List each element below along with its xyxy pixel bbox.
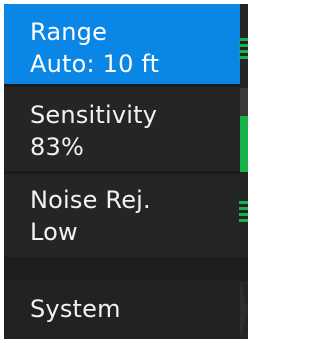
range-value: Auto: 10 ft: [30, 50, 160, 78]
noise-rejection-value: Low: [30, 218, 78, 246]
menu-item-system[interactable]: System: [4, 281, 240, 339]
menu-item-sensitivity[interactable]: Sensitivity 83%: [4, 89, 240, 171]
range-title: Range: [30, 18, 108, 46]
menu-item-noise-rejection[interactable]: Noise Rej. Low: [4, 174, 240, 256]
chevron-right-icon: [240, 281, 248, 339]
sensitivity-value: 83%: [30, 133, 84, 161]
menu-spacer: [4, 257, 248, 281]
menu-divider: [4, 84, 240, 87]
sensitivity-title: Sensitivity: [30, 101, 158, 129]
range-level-icon: [239, 38, 248, 62]
noise-level-icon: [239, 201, 248, 225]
system-title: System: [30, 295, 121, 323]
noise-rejection-title: Noise Rej.: [30, 186, 151, 214]
sensitivity-level-fill: [240, 116, 248, 172]
menu-item-range[interactable]: Range Auto: 10 ft: [4, 4, 240, 84]
settings-menu-panel: Range Auto: 10 ft Sensitivity 83% Noise …: [4, 4, 248, 339]
